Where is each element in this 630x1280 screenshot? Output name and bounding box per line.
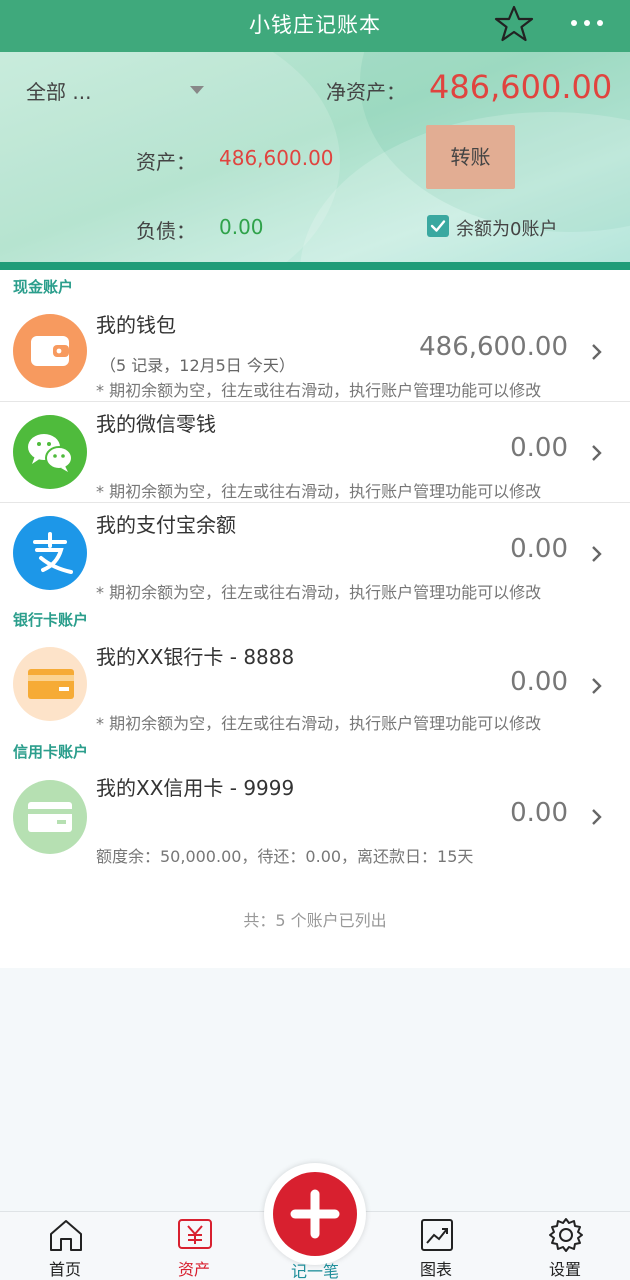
checkmark-icon: [430, 220, 446, 232]
zero-balance-checkbox[interactable]: [427, 215, 449, 237]
assets-label: 资产：: [136, 150, 196, 174]
account-note: * 期初余额为空，往左或往右滑动，执行账户管理功能可以修改: [96, 714, 542, 733]
section-title-bank: 银行卡账户: [13, 611, 89, 629]
account-amount: 0.00: [510, 798, 568, 828]
nav-home[interactable]: 首页: [25, 1212, 105, 1280]
nav-home-label: 首页: [48, 1260, 81, 1279]
chevron-right-icon: [592, 344, 602, 360]
credit-note: 额度余：50,000.00，待还：0.00，离还款日：15天: [96, 847, 474, 866]
bank-card-icon: [13, 647, 87, 721]
debt-label: 负债：: [136, 219, 196, 243]
credit-card-icon: [13, 780, 87, 854]
summary-panel: 全部 ... 净资产： 486,600.00 资产： 486,600.00 转账…: [0, 52, 630, 262]
account-name: 我的支付宝余额: [96, 513, 236, 537]
account-note: * 期初余额为空，往左或往右滑动，执行账户管理功能可以修改: [96, 482, 542, 501]
divider: [0, 502, 630, 503]
account-name: 我的XX银行卡 - 8888: [96, 645, 295, 669]
zero-balance-label[interactable]: 余额为0账户: [456, 215, 557, 241]
account-row-alipay[interactable]: 我的支付宝余额 0.00 * 期初余额为空，往左或往右滑动，执行账户管理功能可以…: [0, 504, 630, 604]
account-note: * 期初余额为空，往左或往右滑动，执行账户管理功能可以修改: [96, 583, 542, 602]
add-record-label[interactable]: 记一笔: [264, 1258, 366, 1280]
section-title-credit: 信用卡账户: [13, 743, 89, 761]
account-amount: 0.00: [510, 433, 568, 463]
nav-charts-label: 图表: [419, 1260, 452, 1279]
account-amount: 486,600.00: [419, 332, 568, 362]
divider: [0, 262, 630, 270]
assets-value: 486,600.00: [219, 146, 334, 170]
wallet-icon: [13, 314, 87, 388]
nav-settings[interactable]: 设置: [525, 1212, 605, 1280]
section-title-cash: 现金账户: [13, 278, 74, 296]
home-icon: [50, 1220, 82, 1251]
account-count: 共：5 个账户已列出: [243, 911, 387, 930]
wechat-icon: [13, 415, 87, 489]
account-row-bank-card[interactable]: 我的XX银行卡 - 8888 0.00 * 期初余额为空，往左或往右滑动，执行账…: [0, 636, 630, 736]
account-name: 我的钱包: [96, 313, 176, 337]
caret-down-icon[interactable]: [190, 86, 204, 94]
plus-icon: [290, 1189, 340, 1239]
net-assets-value: 486,600.00: [429, 68, 613, 106]
account-records: （5 记录，12月5日 今天）: [100, 356, 295, 375]
chart-icon: [421, 1219, 453, 1251]
account-name: 我的XX信用卡 - 9999: [96, 776, 295, 800]
add-record-button[interactable]: [264, 1163, 366, 1265]
gear-icon: [549, 1218, 583, 1252]
chevron-right-icon: [592, 809, 602, 825]
alipay-icon: [13, 516, 87, 590]
nav-assets[interactable]: 资产: [154, 1212, 234, 1280]
account-filter-dropdown[interactable]: 全部 ...: [26, 76, 91, 105]
app-title: 小钱庄记账本: [249, 13, 381, 37]
debt-value: 0.00: [219, 215, 264, 239]
nav-assets-label: 资产: [177, 1260, 210, 1279]
net-assets-label: 净资产：: [326, 80, 406, 104]
chevron-right-icon: [592, 678, 602, 694]
account-row-credit-card[interactable]: 我的XX信用卡 - 9999 0.00 额度余：50,000.00，待还：0.0…: [0, 768, 630, 868]
divider: [0, 401, 630, 402]
nav-charts[interactable]: 图表: [396, 1212, 476, 1280]
account-row-wallet[interactable]: 我的钱包 （5 记录，12月5日 今天） 486,600.00 * 期初余额为空…: [0, 302, 630, 402]
account-row-wechat[interactable]: 我的微信零钱 0.00 * 期初余额为空，往左或往右滑动，执行账户管理功能可以修…: [0, 403, 630, 503]
more-icon[interactable]: [565, 8, 609, 38]
account-amount: 0.00: [510, 534, 568, 564]
transfer-button[interactable]: 转账: [426, 125, 515, 189]
chevron-right-icon: [592, 546, 602, 562]
star-icon[interactable]: [494, 4, 534, 44]
yuan-icon: [178, 1219, 212, 1249]
nav-settings-label: 设置: [548, 1260, 581, 1279]
account-name: 我的微信零钱: [96, 412, 216, 436]
chevron-right-icon: [592, 445, 602, 461]
app-header: 小钱庄记账本: [0, 0, 630, 52]
account-amount: 0.00: [510, 667, 568, 697]
add-button-circle: [273, 1172, 357, 1256]
account-note: * 期初余额为空，往左或往右滑动，执行账户管理功能可以修改: [96, 381, 542, 400]
